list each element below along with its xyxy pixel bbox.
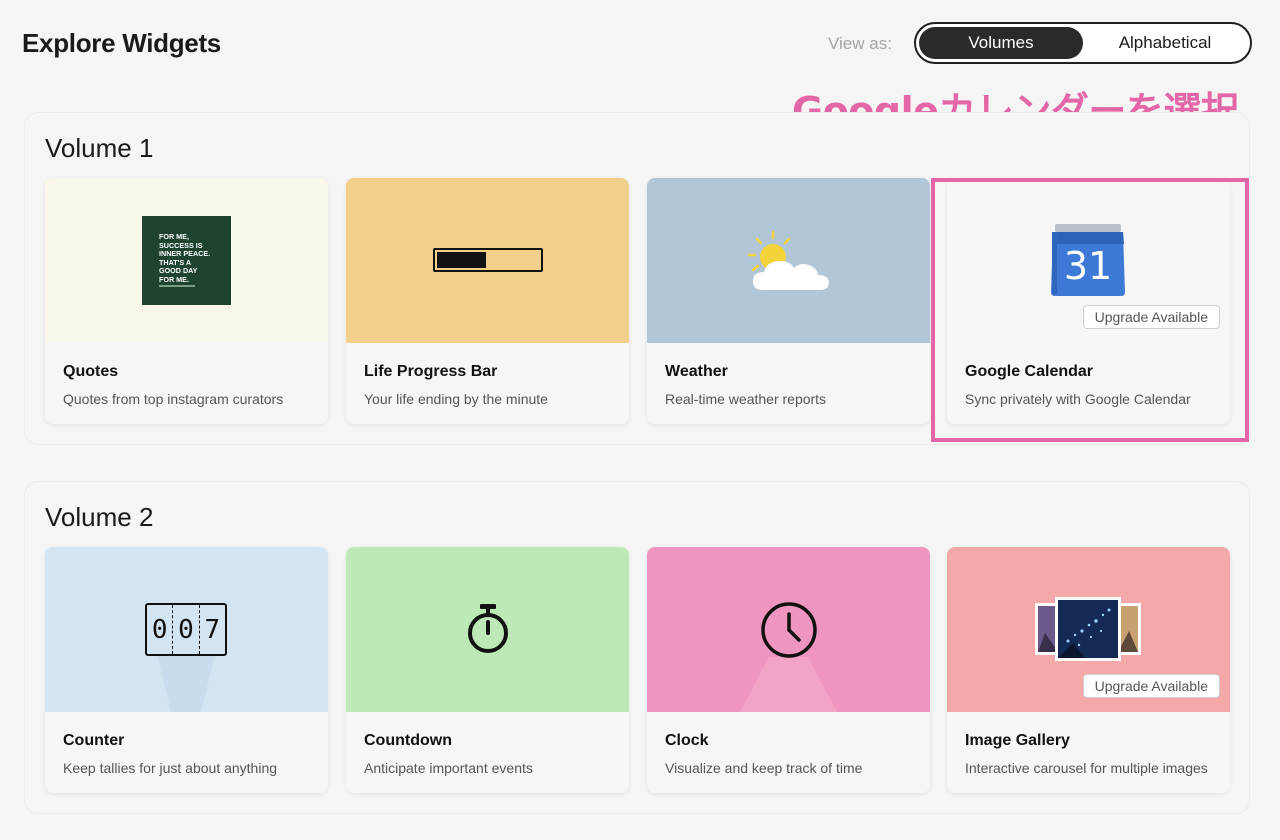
- card-body: Weather Real-time weather reports: [647, 343, 930, 424]
- card-description: Visualize and keep track of time: [665, 760, 862, 776]
- card-title: Countdown: [364, 732, 452, 750]
- card-hero: Upgrade Available: [947, 547, 1230, 712]
- card-hero: 0 0 7: [45, 547, 328, 712]
- widget-card-countdown[interactable]: Countdown Anticipate important events: [346, 547, 629, 793]
- card-body: Image Gallery Interactive carousel for m…: [947, 712, 1230, 793]
- quote-card-icon: FOR ME, SUCCESS IS INNER PEACE. THAT'S A…: [142, 216, 231, 305]
- volume-2-section: Volume 2 0 0 7 Counter Keep tallies for …: [24, 481, 1250, 814]
- clock-icon: [760, 601, 818, 659]
- counter-shadow: [145, 655, 227, 712]
- card-body: Quotes Quotes from top instagram curator…: [45, 343, 328, 424]
- view-toggle: Volumes Alphabetical: [914, 22, 1252, 64]
- widget-card-life-progress-bar[interactable]: Life Progress Bar Your life ending by th…: [346, 178, 629, 424]
- sun-cloud-icon: [743, 228, 839, 298]
- card-title: Weather: [665, 363, 728, 381]
- card-hero: [346, 178, 629, 343]
- clock-shadow: [707, 657, 870, 712]
- card-description: Real-time weather reports: [665, 391, 826, 407]
- card-hero: [346, 547, 629, 712]
- quote-credit-line: [159, 285, 195, 287]
- upgrade-available-badge: Upgrade Available: [1083, 674, 1220, 698]
- selection-highlight-box: [931, 178, 1249, 442]
- card-title: Clock: [665, 732, 709, 750]
- card-hero: [647, 547, 930, 712]
- view-alphabetical-button[interactable]: Alphabetical: [1083, 27, 1247, 59]
- counter-digit: 0: [173, 605, 199, 654]
- card-description: Interactive carousel for multiple images: [965, 760, 1208, 776]
- card-description: Your life ending by the minute: [364, 391, 548, 407]
- progress-bar-fill: [437, 252, 486, 268]
- progress-bar-icon: [433, 248, 543, 272]
- counter-digit: 0: [147, 605, 173, 654]
- card-title: Life Progress Bar: [364, 363, 497, 381]
- widget-card-clock[interactable]: Clock Visualize and keep track of time: [647, 547, 930, 793]
- card-hero: FOR ME, SUCCESS IS INNER PEACE. THAT'S A…: [45, 178, 328, 343]
- card-description: Keep tallies for just about anything: [63, 760, 277, 776]
- card-hero: [647, 178, 930, 343]
- card-title: Image Gallery: [965, 732, 1070, 750]
- card-description: Anticipate important events: [364, 760, 533, 776]
- view-volumes-button[interactable]: Volumes: [919, 27, 1083, 59]
- view-as-label: View as:: [828, 34, 892, 54]
- widget-card-image-gallery[interactable]: Upgrade Available Image Gallery Interact…: [947, 547, 1230, 793]
- widget-card-counter[interactable]: 0 0 7 Counter Keep tallies for just abou…: [45, 547, 328, 793]
- card-title: Quotes: [63, 363, 118, 381]
- card-body: Counter Keep tallies for just about anyt…: [45, 712, 328, 793]
- counter-icon: 0 0 7: [145, 603, 227, 656]
- widget-card-quotes[interactable]: FOR ME, SUCCESS IS INNER PEACE. THAT'S A…: [45, 178, 328, 424]
- page-title: Explore Widgets: [22, 28, 221, 59]
- card-description: Quotes from top instagram curators: [63, 391, 283, 407]
- stopwatch-icon: [465, 603, 511, 655]
- card-body: Countdown Anticipate important events: [346, 712, 629, 793]
- widget-card-weather[interactable]: Weather Real-time weather reports: [647, 178, 930, 424]
- image-gallery-icon: [1033, 597, 1143, 663]
- card-body: Clock Visualize and keep track of time: [647, 712, 930, 793]
- card-body: Life Progress Bar Your life ending by th…: [346, 343, 629, 424]
- section-title: Volume 2: [45, 502, 153, 533]
- card-title: Counter: [63, 732, 124, 750]
- counter-digit: 7: [200, 605, 225, 654]
- quote-text: FOR ME.: [159, 276, 231, 285]
- section-title: Volume 1: [45, 133, 153, 164]
